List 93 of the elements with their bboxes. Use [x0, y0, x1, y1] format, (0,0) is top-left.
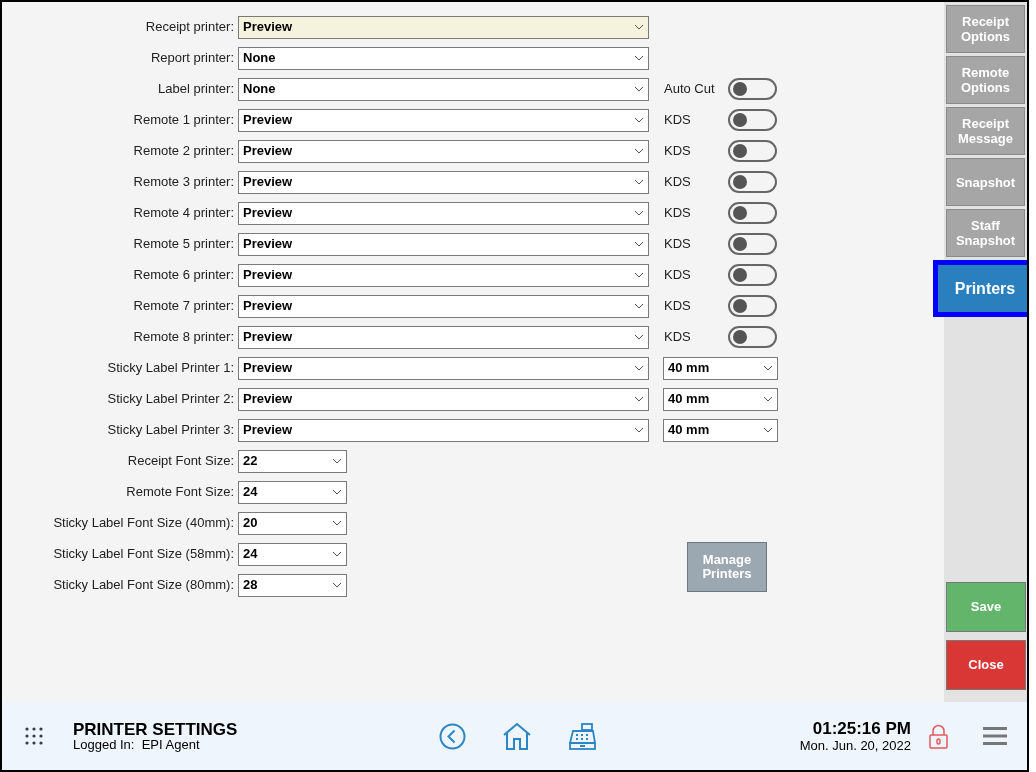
- toggle-label: KDS: [664, 235, 692, 254]
- field-label: Sticky Label Printer 3:: [106, 421, 235, 440]
- field-label: Sticky Label Printer 1:: [106, 359, 235, 378]
- field-label: Sticky Label Printer 2:: [106, 390, 235, 409]
- logged-in-text: Logged In: EPI Agent: [73, 737, 201, 752]
- chevron-down-icon: [763, 427, 773, 433]
- toggle-switch[interactable]: [728, 78, 777, 100]
- dropdown[interactable]: Preview: [238, 294, 649, 318]
- toggle-switch[interactable]: [728, 109, 777, 131]
- chevron-down-icon: [634, 365, 644, 371]
- clock-time: 01:25:16 PM: [812, 719, 911, 738]
- field-label: Sticky Label Font Size (80mm):: [52, 576, 235, 595]
- dropdown[interactable]: Preview: [238, 418, 649, 442]
- toggle-label: KDS: [664, 142, 692, 161]
- chevron-down-icon: [634, 86, 644, 92]
- back-icon[interactable]: [439, 722, 466, 750]
- chevron-down-icon: [332, 520, 342, 526]
- field-label: Remote 8 printer:: [132, 328, 235, 347]
- field-label: Remote Font Size:: [125, 483, 235, 502]
- chevron-down-icon: [634, 303, 644, 309]
- sidebar-tab[interactable]: Printers: [933, 260, 1027, 317]
- chevron-down-icon: [332, 582, 342, 588]
- dropdown[interactable]: Preview: [238, 139, 649, 163]
- chevron-down-icon: [634, 179, 644, 185]
- toggle-switch[interactable]: [728, 233, 777, 255]
- toggle-label: KDS: [664, 328, 692, 347]
- chevron-down-icon: [332, 551, 342, 557]
- field-label: Remote 4 printer:: [132, 204, 235, 223]
- field-label: Sticky Label Font Size (58mm):: [52, 545, 235, 564]
- toggle-label: Auto Cut: [664, 80, 716, 99]
- page-title: PRINTER SETTINGS: [73, 720, 239, 738]
- field-label: Remote 1 printer:: [132, 111, 235, 130]
- dropdown[interactable]: Preview: [238, 108, 649, 132]
- grid-menu-icon[interactable]: [24, 726, 44, 746]
- toggle-switch[interactable]: [728, 326, 777, 348]
- close-button[interactable]: Close: [946, 640, 1026, 690]
- chevron-down-icon: [634, 148, 644, 154]
- field-label: Remote 7 printer:: [132, 297, 235, 316]
- field-label: Receipt printer:: [144, 18, 235, 37]
- toggle-switch[interactable]: [728, 264, 777, 286]
- chevron-down-icon: [634, 334, 644, 340]
- clock-date: Mon. Jun. 20, 2022: [799, 737, 911, 753]
- toggle-switch[interactable]: [728, 171, 777, 193]
- dropdown[interactable]: Preview: [238, 356, 649, 380]
- dropdown[interactable]: Preview: [238, 387, 649, 411]
- field-label: Remote 3 printer:: [132, 173, 235, 192]
- field-label: Remote 2 printer:: [132, 142, 235, 161]
- toggle-switch[interactable]: [728, 140, 777, 162]
- chevron-down-icon: [634, 427, 644, 433]
- cash-register-icon[interactable]: [569, 722, 596, 750]
- dropdown[interactable]: 40 mm: [663, 387, 778, 411]
- chevron-down-icon: [763, 396, 773, 402]
- dropdown[interactable]: 40 mm: [663, 356, 778, 380]
- dropdown[interactable]: Preview: [238, 170, 649, 194]
- dropdown[interactable]: 24: [238, 480, 347, 504]
- menu-icon[interactable]: [983, 727, 1007, 745]
- field-label: Label printer:: [157, 80, 235, 99]
- dropdown[interactable]: Preview: [238, 325, 649, 349]
- toggle-label: KDS: [664, 111, 692, 130]
- dropdown[interactable]: 24: [238, 542, 347, 566]
- chevron-down-icon: [332, 458, 342, 464]
- chevron-down-icon: [634, 117, 644, 123]
- toggle-label: KDS: [664, 173, 692, 192]
- toggle-label: KDS: [664, 204, 692, 223]
- chevron-down-icon: [763, 365, 773, 371]
- field-label: Report printer:: [149, 49, 235, 68]
- chevron-down-icon: [634, 396, 644, 402]
- dropdown[interactable]: 40 mm: [663, 418, 778, 442]
- dropdown[interactable]: Preview: [238, 201, 649, 225]
- dropdown[interactable]: Preview: [238, 232, 649, 256]
- dropdown[interactable]: Preview: [238, 15, 649, 39]
- chevron-down-icon: [634, 272, 644, 278]
- toggle-label: KDS: [664, 297, 692, 316]
- home-icon[interactable]: [502, 722, 532, 750]
- field-label: Sticky Label Font Size (40mm):: [52, 514, 235, 533]
- dropdown[interactable]: Preview: [238, 263, 649, 287]
- chevron-down-icon: [634, 241, 644, 247]
- dropdown[interactable]: 28: [238, 573, 347, 597]
- chevron-down-icon: [634, 210, 644, 216]
- chevron-down-icon: [634, 24, 644, 30]
- dropdown[interactable]: None: [238, 77, 649, 101]
- field-label: Remote 6 printer:: [132, 266, 235, 285]
- dropdown[interactable]: 22: [238, 449, 347, 473]
- dropdown[interactable]: 20: [238, 511, 347, 535]
- chevron-down-icon: [332, 489, 342, 495]
- dropdown[interactable]: None: [238, 46, 649, 70]
- field-label: Remote 5 printer:: [132, 235, 235, 254]
- chevron-down-icon: [634, 55, 644, 61]
- lock-icon[interactable]: [929, 723, 948, 749]
- toggle-switch[interactable]: [728, 295, 777, 317]
- toggle-label: KDS: [664, 266, 692, 285]
- field-label: Receipt Font Size:: [126, 452, 235, 471]
- toggle-switch[interactable]: [728, 202, 777, 224]
